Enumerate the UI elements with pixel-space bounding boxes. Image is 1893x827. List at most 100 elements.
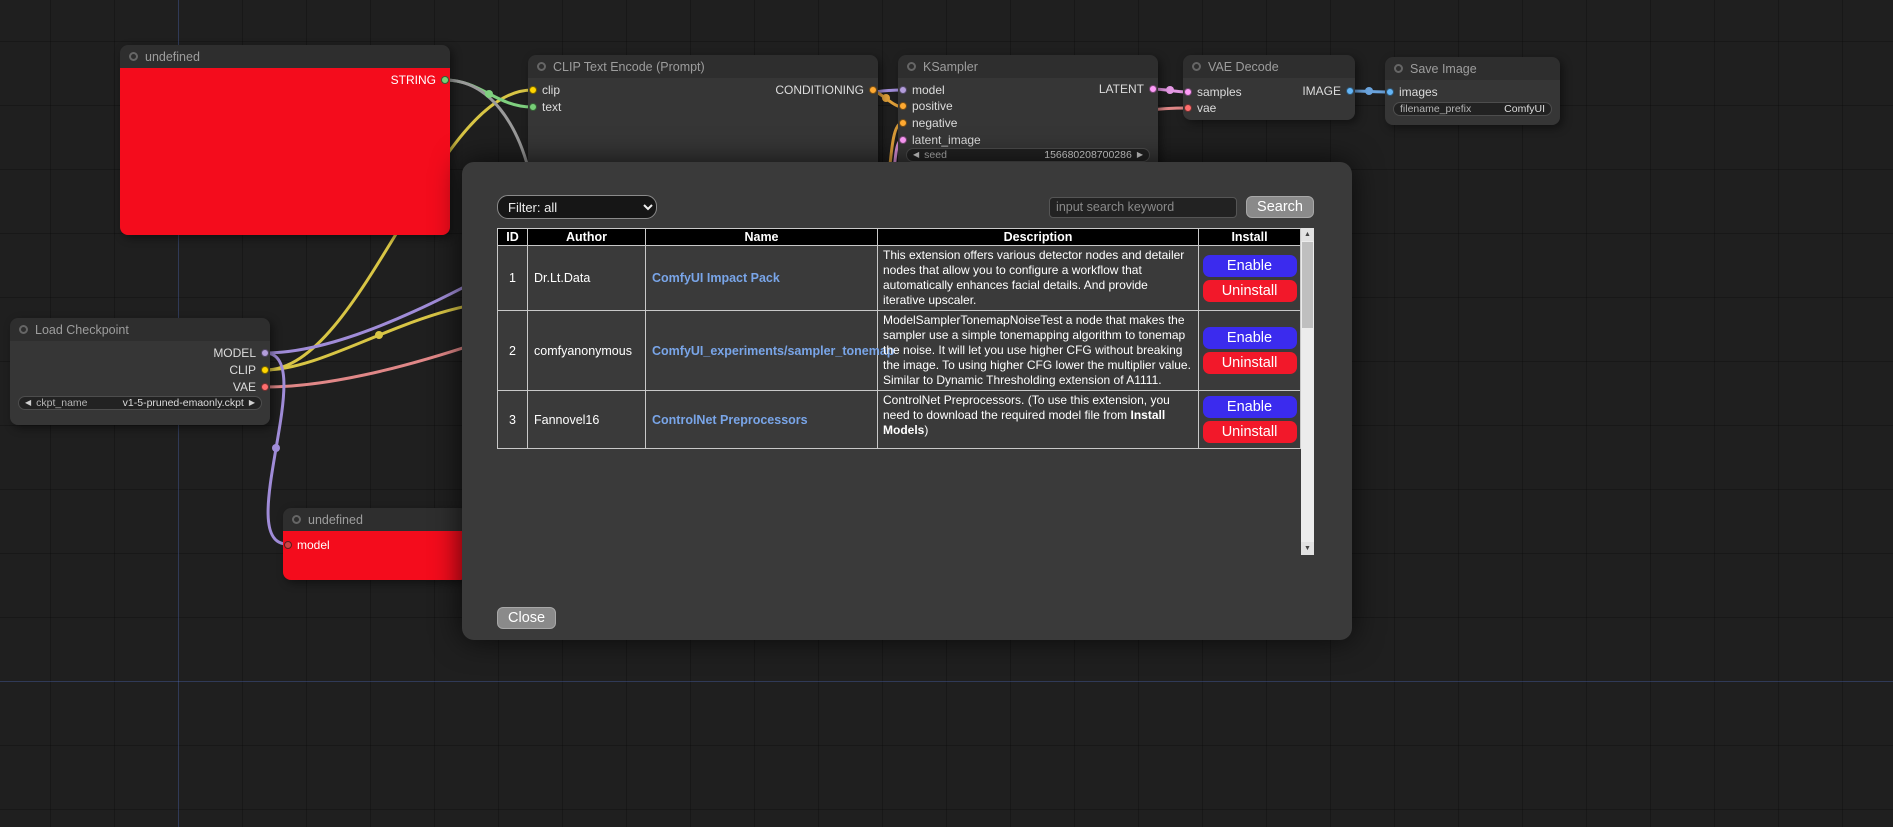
input-label: model [297,538,330,552]
collapse-dot-icon[interactable] [1394,64,1403,73]
collapse-dot-icon[interactable] [292,515,301,524]
node-title: Save Image [1410,62,1477,76]
comfyui-app: { "canvas": { "nodes": { "undefined_top"… [0,0,1893,827]
input-label: text [542,100,561,114]
filter-select[interactable]: Filter: all [497,195,657,219]
scroll-down-icon[interactable]: ▼ [1301,542,1314,555]
node-title: CLIP Text Encode (Prompt) [553,60,705,74]
input-slot-images[interactable] [1386,88,1394,96]
scroll-up-icon[interactable]: ▲ [1301,228,1314,241]
enable-button[interactable]: Enable [1203,255,1297,277]
extension-link[interactable]: ComfyUI Impact Pack [652,271,780,285]
cell-author: Dr.Lt.Data [528,246,646,311]
input-slot-positive[interactable] [899,102,907,110]
col-header-install: Install [1199,229,1301,246]
collapse-dot-icon[interactable] [129,52,138,61]
cell-author: comfyanonymous [528,311,646,391]
output-slot-vae[interactable] [261,383,269,391]
table-row: 1 Dr.Lt.Data ComfyUI Impact Pack This ex… [498,246,1301,311]
output-slot-conditioning[interactable] [869,86,877,94]
search-button[interactable]: Search [1246,196,1314,218]
input-slot-model[interactable] [284,541,292,549]
input-row-samples: samples [1184,85,1242,99]
node-titlebar[interactable]: VAE Decode [1183,55,1355,78]
input-label: positive [912,99,953,113]
widget-value: v1-5-pruned-emaonly.ckpt [123,397,244,409]
input-slot-clip[interactable] [529,86,537,94]
table-header-row: ID Author Name Description Install [498,229,1301,246]
ckpt-name-widget[interactable]: ◀ ckpt_name v1-5-pruned-emaonly.ckpt ▶ [18,396,262,410]
input-slot-samples[interactable] [1184,88,1192,96]
uninstall-button[interactable]: Uninstall [1203,280,1297,302]
filename-prefix-widget[interactable]: filename_prefix ComfyUI [1393,102,1552,116]
close-button[interactable]: Close [497,607,556,629]
node-titlebar[interactable]: undefined [120,45,450,68]
cell-description: ControlNet Preprocessors. (To use this e… [878,391,1199,449]
output-slot-latent[interactable] [1149,85,1157,93]
scrollbar-thumb[interactable] [1302,242,1313,328]
table-scrollbar[interactable]: ▲ ▼ [1301,228,1314,555]
output-row-conditioning: CONDITIONING [775,83,877,97]
node-titlebar[interactable]: CLIP Text Encode (Prompt) [528,55,878,78]
node-title: undefined [308,513,363,527]
node-titlebar[interactable]: undefined [283,508,468,531]
col-header-name: Name [646,229,878,246]
input-row-negative: negative [899,116,957,130]
col-header-description: Description [878,229,1199,246]
input-row-images: images [1386,85,1438,99]
output-label: VAE [233,380,256,394]
increment-icon[interactable]: ▶ [1137,151,1143,159]
node-titlebar[interactable]: Load Checkpoint [10,318,270,341]
output-slot-image[interactable] [1346,87,1354,95]
input-row-vae: vae [1184,101,1216,115]
decrement-icon[interactable]: ◀ [913,151,919,159]
input-slot-latent-image[interactable] [899,136,907,144]
input-slot-vae[interactable] [1184,104,1192,112]
input-label: latent_image [912,133,981,147]
extension-link[interactable]: ComfyUI_experiments/sampler_tonemap [652,344,894,358]
input-slot-text[interactable] [529,103,537,111]
collapse-dot-icon[interactable] [19,325,28,334]
node-undefined-top[interactable]: undefined STRING [120,45,450,235]
widget-label: ckpt_name [36,397,87,409]
input-label: samples [1197,85,1242,99]
enable-button[interactable]: Enable [1203,327,1297,349]
node-titlebar[interactable]: KSampler [898,55,1158,78]
uninstall-button[interactable]: Uninstall [1203,352,1297,374]
input-label: negative [912,116,957,130]
extensions-table: ID Author Name Description Install 1 Dr.… [497,228,1301,449]
node-titlebar[interactable]: Save Image [1385,57,1560,80]
collapse-dot-icon[interactable] [537,62,546,71]
widget-label: filename_prefix [1400,103,1471,115]
extension-link[interactable]: ControlNet Preprocessors [652,413,808,427]
input-row-latent-image: latent_image [899,133,981,147]
output-row-clip: CLIP [229,363,269,377]
collapse-dot-icon[interactable] [907,62,916,71]
output-label: IMAGE [1302,84,1341,98]
node-save-image[interactable]: Save Image images filename_prefix ComfyU… [1385,57,1560,125]
input-slot-negative[interactable] [899,119,907,127]
decrement-icon[interactable]: ◀ [25,399,31,407]
link-midpoint-dot [375,331,383,339]
input-row-positive: positive [899,99,953,113]
input-label: vae [1197,101,1216,115]
input-slot-model[interactable] [899,86,907,94]
seed-widget[interactable]: ◀ seed 156680208700286 ▶ [906,148,1150,162]
uninstall-button[interactable]: Uninstall [1203,421,1297,443]
enable-button[interactable]: Enable [1203,396,1297,418]
output-slot-model[interactable] [261,349,269,357]
extensions-table-wrap: ID Author Name Description Install 1 Dr.… [497,228,1314,555]
node-undefined-bottom[interactable]: undefined model [283,508,468,580]
node-vae-decode[interactable]: VAE Decode samples vae IMAGE [1183,55,1355,120]
output-slot-clip[interactable] [261,366,269,374]
search-input[interactable] [1049,197,1237,218]
cell-id: 1 [498,246,528,311]
link-midpoint-dot [882,94,890,102]
increment-icon[interactable]: ▶ [249,399,255,407]
widget-value: 156680208700286 [1044,149,1132,161]
output-row-model: MODEL [213,346,269,360]
collapse-dot-icon[interactable] [1192,62,1201,71]
output-slot-string[interactable] [441,76,449,84]
search-group: Search [1049,196,1314,218]
node-load-checkpoint[interactable]: Load Checkpoint MODEL CLIP VAE ◀ ckpt_na… [10,318,270,425]
